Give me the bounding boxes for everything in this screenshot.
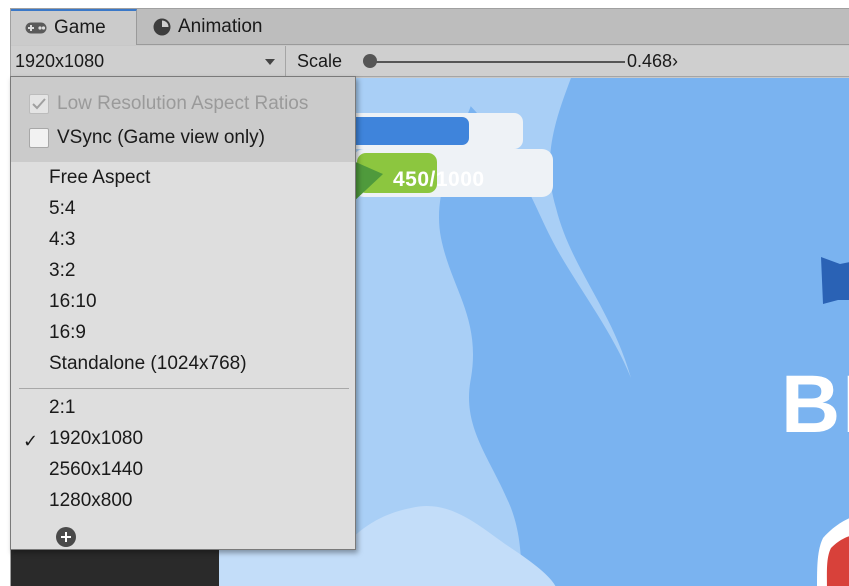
scale-slider-track[interactable] — [375, 61, 625, 63]
resolution-dropdown-value: 1920x1080 — [15, 51, 105, 71]
tab-animation-label: Animation — [178, 16, 263, 37]
checkmark-icon — [32, 98, 46, 110]
vsync-label: VSync (Game view only) — [57, 127, 266, 148]
scale-slider-handle[interactable] — [363, 54, 377, 68]
menu-item-16-9[interactable]: 16:9 — [49, 322, 86, 344]
menu-separator — [19, 388, 349, 389]
resolution-dropdown[interactable]: 1920x1080 — [11, 46, 286, 77]
menu-item-1280x800[interactable]: 1280x800 — [49, 490, 132, 512]
scale-label: Scale — [297, 51, 343, 71]
aspect-ratio-menu: Low Resolution Aspect Ratios VSync (Game… — [10, 76, 356, 550]
menu-item-4-3[interactable]: 4:3 — [49, 229, 75, 251]
scale-value: 0.468› — [627, 51, 679, 71]
add-resolution-button[interactable] — [56, 527, 76, 547]
progress-score-text: 450/1000 — [393, 168, 485, 191]
menu-item-3-2[interactable]: 3:2 — [49, 260, 75, 282]
menu-item-free-aspect[interactable]: Free Aspect — [49, 167, 150, 189]
tab-bar: Game Animation — [11, 9, 849, 45]
tab-animation[interactable]: Animation — [139, 9, 289, 45]
menu-item-1920x1080[interactable]: 1920x1080 — [49, 428, 143, 450]
menu-item-standalone[interactable]: Standalone (1024x768) — [49, 353, 247, 375]
selected-checkmark-icon: ✓ — [23, 431, 39, 451]
low-res-checkbox — [29, 94, 49, 114]
tab-game[interactable]: Game — [11, 9, 137, 45]
game-title-partial: BI — [781, 359, 849, 450]
vsync-option[interactable]: VSync (Game view only) — [29, 127, 265, 149]
menu-options-section: Low Resolution Aspect Ratios VSync (Game… — [11, 77, 355, 162]
game-toolbar: 1920x1080 Scale 0.468› — [11, 46, 849, 77]
tab-game-label: Game — [54, 17, 106, 38]
vsync-checkbox[interactable] — [29, 128, 49, 148]
gamepad-icon — [25, 22, 47, 34]
chevron-down-icon — [265, 59, 275, 65]
menu-item-5-4[interactable]: 5:4 — [49, 198, 75, 220]
low-res-aspect-option: Low Resolution Aspect Ratios — [29, 93, 308, 115]
menu-item-2560x1440[interactable]: 2560x1440 — [49, 459, 143, 481]
menu-item-16-10[interactable]: 16:10 — [49, 291, 97, 313]
low-res-label: Low Resolution Aspect Ratios — [57, 93, 309, 114]
menu-item-2-1[interactable]: 2:1 — [49, 397, 75, 419]
plus-icon — [61, 532, 71, 542]
animation-clock-icon — [153, 18, 171, 36]
